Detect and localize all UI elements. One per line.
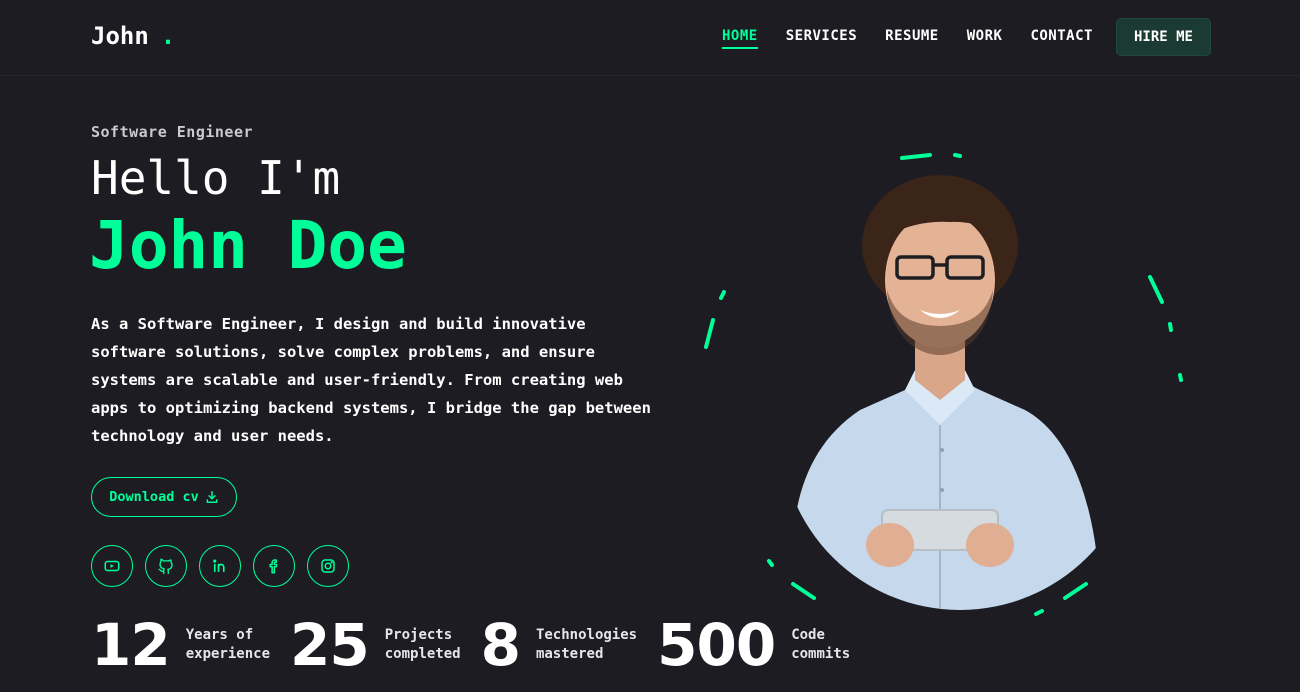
hero-role: Software Engineer [91, 123, 254, 141]
github-icon[interactable] [145, 545, 187, 587]
stat-technologies: 8 Technologies mastered [481, 612, 638, 678]
stat-label-line2: experience [185, 646, 271, 662]
stat-label: Projects completed [385, 626, 461, 664]
nav-services[interactable]: SERVICES [786, 28, 857, 49]
stat-label-line2: completed [384, 646, 461, 662]
stats-row: 12 Years of experience 25 Projects complet… [91, 612, 870, 678]
logo-text: John [91, 22, 149, 50]
download-icon [206, 491, 218, 503]
nav-contact[interactable]: CONTACT [1030, 28, 1093, 49]
stat-value: 25 [290, 611, 370, 679]
stat-label-line2: commits [791, 646, 851, 662]
site-header: John. HOME SERVICES RESUME WORK CONTACT … [0, 0, 1300, 76]
stat-label-line1: Projects [384, 627, 453, 643]
stat-label-line1: Code [791, 627, 825, 643]
logo-dot: . [160, 22, 176, 50]
portfolio-page: John. HOME SERVICES RESUME WORK CONTACT … [0, 0, 1300, 692]
nav-home[interactable]: HOME [722, 28, 758, 49]
stat-label-line1: Years of [185, 627, 254, 643]
stat-projects: 25 Projects completed [290, 612, 461, 678]
main-nav: HOME SERVICES RESUME WORK CONTACT [722, 28, 1121, 49]
instagram-icon[interactable] [307, 545, 349, 587]
hero-greeting: Hello I'm [91, 151, 341, 205]
logo[interactable]: John. [91, 22, 175, 50]
facebook-icon[interactable] [253, 545, 295, 587]
stat-label: Years of experience [186, 626, 270, 664]
stat-commits: 500 Code commits [657, 612, 850, 678]
hero-photo [690, 140, 1210, 620]
linkedin-icon[interactable] [199, 545, 241, 587]
portrait-illustration [704, 153, 1183, 616]
hero-bio: As a Software Engineer, I design and bui… [91, 315, 651, 445]
youtube-icon[interactable] [91, 545, 133, 587]
stat-label: Technologies mastered [536, 626, 637, 664]
social-links [91, 545, 349, 587]
stat-experience: 12 Years of experience [91, 612, 270, 678]
nav-resume[interactable]: RESUME [885, 28, 939, 49]
stat-value: 500 [657, 611, 776, 679]
stat-value: 8 [480, 611, 521, 679]
download-cv-label: Download cv [109, 489, 199, 505]
stat-label-line1: Technologies [535, 627, 638, 643]
download-cv-button[interactable]: Download cv [91, 477, 237, 517]
stat-label: Code commits [791, 626, 850, 664]
nav-work[interactable]: WORK [967, 28, 1003, 49]
hero-name: John Doe [89, 207, 407, 284]
stat-label-line2: mastered [535, 646, 604, 662]
hire-me-button[interactable]: HIRE ME [1116, 18, 1211, 56]
stat-value: 12 [91, 611, 171, 679]
